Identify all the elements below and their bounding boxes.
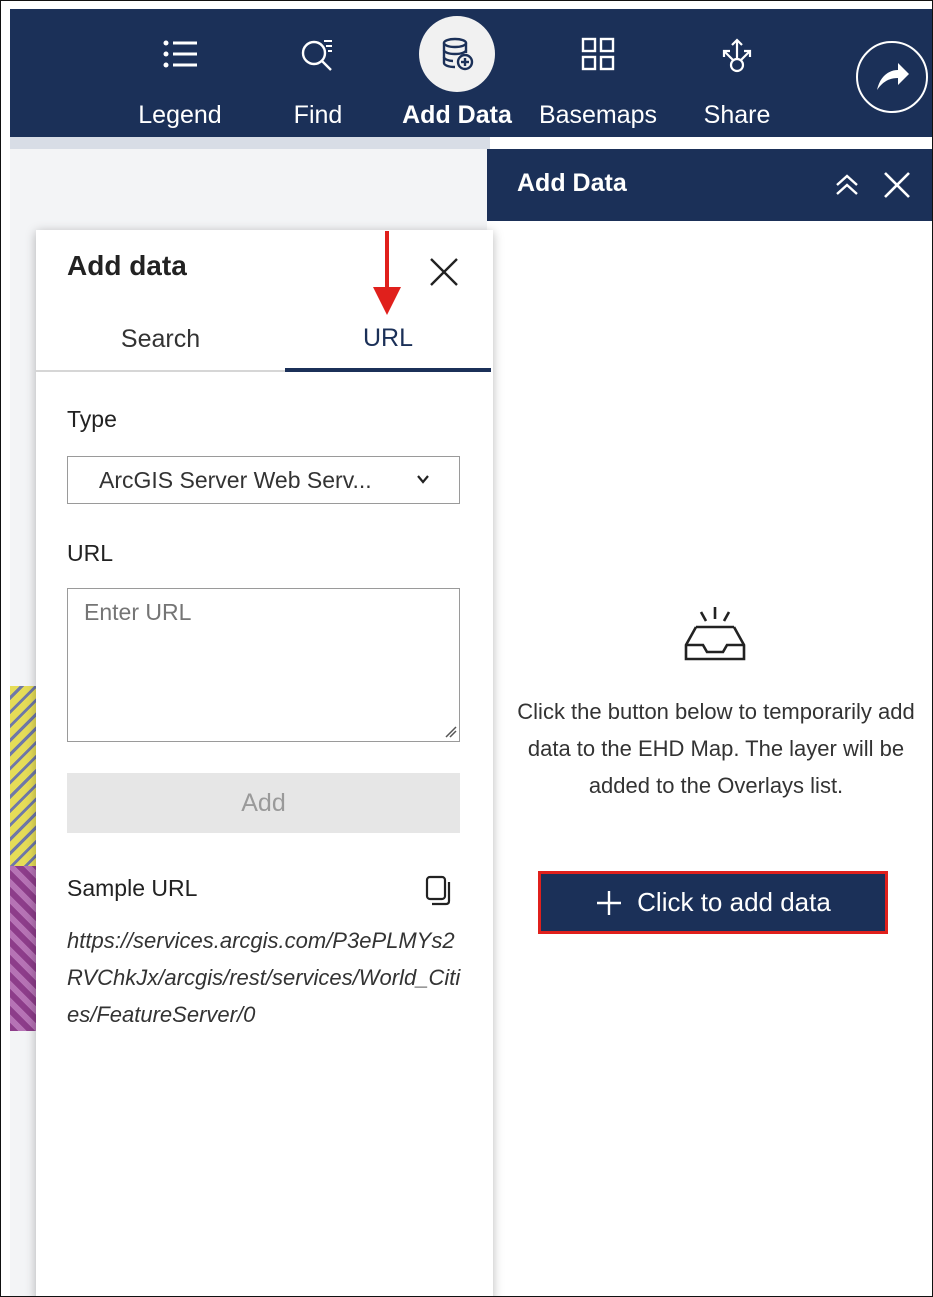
toolbar-share[interactable]: Share <box>686 9 788 137</box>
map-yellow-layer <box>10 686 38 866</box>
toolbar-label: Basemaps <box>538 101 658 129</box>
add-button-label: Add <box>241 788 286 817</box>
add-data-dialog: Add data Search URL Type ArcGIS Server W… <box>36 230 493 1296</box>
sample-url-label: Sample URL <box>67 875 198 901</box>
add-data-icon <box>419 16 495 92</box>
share-icon <box>707 29 767 79</box>
url-input[interactable] <box>67 588 460 742</box>
type-value: ArcGIS Server Web Serv... <box>99 466 372 493</box>
type-label: Type <box>67 406 117 432</box>
annotation-arrow-icon <box>373 231 401 315</box>
toolbar-label: Find <box>293 101 343 129</box>
toolbar-basemaps[interactable]: Basemaps <box>534 9 662 137</box>
inbox-icon <box>684 607 746 661</box>
map-top-edge <box>10 137 490 149</box>
tab-label: Search <box>120 324 201 353</box>
panel-title: Add Data <box>517 169 627 197</box>
toolbar-label: Legend <box>138 101 222 129</box>
app-window: Legend Find Add Data Basemaps Share Add … <box>0 0 933 1297</box>
dialog-title: Add data <box>67 250 187 281</box>
sample-url-text: https://services.arcgis.com/P3ePLMYs2RVC… <box>67 928 461 1027</box>
close-icon[interactable] <box>424 252 464 292</box>
close-icon[interactable] <box>877 165 917 205</box>
basemaps-icon <box>568 29 628 79</box>
find-icon <box>288 29 348 79</box>
panel-header: Add Data <box>487 149 932 221</box>
click-to-add-data-button[interactable]: Click to add data <box>538 871 888 934</box>
chevrons-up-icon[interactable] <box>827 165 867 205</box>
toolbar-add-data[interactable]: Add Data <box>396 9 518 137</box>
tab-label: URL <box>362 323 413 352</box>
toolbar-find[interactable]: Find <box>268 9 368 137</box>
share-arrow-icon <box>877 63 909 90</box>
copy-icon[interactable] <box>421 873 455 907</box>
toolbar-label: Add Data <box>402 101 512 129</box>
add-button[interactable]: Add <box>67 773 460 833</box>
list-icon <box>150 29 210 79</box>
button-label: Click to add data <box>637 887 831 917</box>
toolbar-legend[interactable]: Legend <box>120 9 240 137</box>
empty-state-text: Click the button below to temporarily ad… <box>517 699 915 798</box>
share-arrow-button[interactable] <box>856 41 928 113</box>
tab-search[interactable]: Search <box>36 308 285 372</box>
resize-handle-icon[interactable] <box>445 726 457 738</box>
chevron-down-icon <box>417 475 429 484</box>
toolbar-label: Share <box>703 101 771 129</box>
map-purple-layer <box>10 866 38 1031</box>
plus-icon <box>597 890 622 915</box>
type-select[interactable]: ArcGIS Server Web Serv... <box>67 456 460 504</box>
url-label: URL <box>67 540 114 566</box>
tab-url[interactable]: URL <box>285 308 491 372</box>
top-toolbar: Legend Find Add Data Basemaps Share <box>10 9 932 137</box>
